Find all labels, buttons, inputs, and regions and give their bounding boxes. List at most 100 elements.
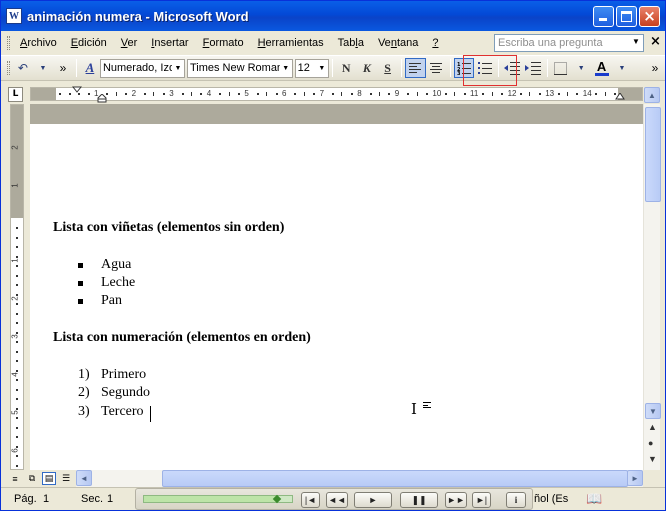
- menu-item[interactable]: ?: [425, 35, 445, 51]
- ruler-tick: [16, 274, 18, 277]
- italic-button[interactable]: K: [357, 58, 378, 78]
- ruler-number: 4: [10, 372, 20, 377]
- font-color-icon: A: [596, 59, 607, 74]
- vertical-scrollbar[interactable]: ▼ ▲ ● ▼: [643, 104, 661, 470]
- toolbar-separator: [449, 59, 451, 77]
- view-and-hscroll-row: ≡ ⧉ ▤ ☰ ◄ ►: [1, 470, 665, 487]
- list-number: 3): [78, 404, 90, 419]
- outline-view-icon[interactable]: ☰: [59, 472, 73, 485]
- next-page-icon[interactable]: ▼: [648, 454, 657, 464]
- more-buttons-icon[interactable]: »: [54, 58, 72, 78]
- menu-item[interactable]: Insertar: [144, 35, 195, 51]
- skip-to-end-button[interactable]: ►|: [472, 492, 491, 508]
- ruler-number: 7: [319, 89, 325, 98]
- horizontal-ruler[interactable]: 1 2 3 4 5 6 7 8 9 10 11 12 13 14: [30, 86, 643, 104]
- first-line-indent-icon[interactable]: [72, 86, 82, 94]
- hanging-indent-icon[interactable]: [97, 94, 107, 104]
- playback-progress-bar[interactable]: [143, 494, 293, 504]
- ruler-row: L 1 2 3 4 5 6 7 8 9 10 11 12 13 14 ▲: [1, 84, 665, 104]
- top-margin-area: [11, 105, 23, 218]
- skip-to-start-button[interactable]: |◄: [301, 492, 320, 508]
- font-dropdown-icon[interactable]: ▼: [279, 59, 292, 77]
- styles-formatting-icon[interactable]: A: [81, 58, 99, 78]
- border-button[interactable]: [551, 58, 572, 78]
- pause-button[interactable]: ❚❚: [400, 492, 438, 508]
- maximize-button[interactable]: [616, 6, 637, 27]
- menu-grip[interactable]: [7, 36, 10, 50]
- increase-indent-button[interactable]: [523, 58, 544, 78]
- ruler-number: 1: [10, 258, 20, 263]
- toolbar-grip[interactable]: [7, 61, 10, 75]
- select-browse-object-icon[interactable]: ●: [648, 438, 653, 448]
- size-dropdown-icon[interactable]: ▼: [315, 59, 328, 77]
- minimize-button[interactable]: [593, 6, 614, 27]
- info-button[interactable]: i: [506, 492, 526, 508]
- menu-item[interactable]: Tabla: [331, 35, 371, 51]
- menu-item[interactable]: Ventana: [371, 35, 425, 51]
- menu-item[interactable]: Archivo: [13, 35, 64, 51]
- spelling-status-icon[interactable]: 📖: [586, 491, 602, 507]
- print-layout-view-icon[interactable]: ▤: [42, 472, 56, 485]
- rewind-button[interactable]: ◄◄: [326, 492, 348, 508]
- style-value: Numerado, Izqu: [102, 62, 182, 74]
- font-color-dropdown-icon[interactable]: ▼: [613, 58, 631, 78]
- style-dropdown-icon[interactable]: ▼: [171, 59, 184, 77]
- web-layout-view-icon[interactable]: ⧉: [25, 472, 39, 485]
- scroll-down-button[interactable]: ▼: [645, 403, 661, 419]
- menu-item[interactable]: Ver: [114, 35, 145, 51]
- numbering-bullets-highlight: [463, 55, 517, 86]
- ruler-tick: [16, 255, 18, 258]
- bullet-marker: [78, 299, 83, 304]
- ruler-number: 5: [244, 89, 249, 98]
- right-indent-icon[interactable]: [615, 93, 625, 101]
- menu-item[interactable]: Herramientas: [251, 35, 331, 51]
- ruler-tick: [16, 246, 18, 248]
- menu-item[interactable]: Formato: [196, 35, 251, 51]
- font-color-button[interactable]: A: [591, 58, 612, 78]
- style-combo[interactable]: Numerado, Izqu ▼: [99, 58, 185, 78]
- scroll-up-button[interactable]: ▲: [644, 87, 660, 103]
- undo-dropdown-icon[interactable]: ▼: [34, 58, 52, 78]
- section-label: Sec.: [81, 493, 104, 505]
- menu-item[interactable]: Edición: [64, 35, 114, 51]
- toolbar-options-icon[interactable]: »: [646, 58, 664, 78]
- vertical-scroll-thumb[interactable]: [645, 107, 661, 202]
- font-combo[interactable]: Times New Roman ▼: [186, 58, 293, 78]
- horizontal-scroll-thumb[interactable]: [162, 470, 628, 487]
- size-combo[interactable]: 12 ▼: [294, 58, 329, 78]
- ruler-number: 2: [10, 296, 20, 301]
- vertical-ruler[interactable]: 2 1 1 2 3 4 5 6: [10, 104, 24, 470]
- toolbar-separator: [331, 59, 333, 77]
- ruler-tick: [16, 341, 18, 343]
- word-app-icon[interactable]: W: [6, 8, 22, 24]
- fast-forward-button[interactable]: ►►: [445, 492, 467, 508]
- tab-selector-button[interactable]: L: [8, 86, 23, 102]
- ruler-number: 3: [169, 89, 174, 98]
- document-close-button[interactable]: ×: [650, 34, 661, 49]
- horizontal-scrollbar[interactable]: ◄ ►: [76, 470, 643, 487]
- align-center-button[interactable]: [426, 58, 447, 78]
- normal-view-icon[interactable]: ≡: [8, 472, 22, 485]
- play-button[interactable]: ►: [354, 492, 392, 508]
- ask-dropdown-icon[interactable]: ▼: [632, 37, 640, 46]
- border-dropdown-icon[interactable]: ▼: [572, 58, 590, 78]
- title-bar[interactable]: W animación numera - Microsoft Word ×: [1, 1, 665, 31]
- document-page[interactable]: Lista con viñetas (elementos sin orden) …: [30, 104, 643, 470]
- ruler-tick: [59, 93, 62, 95]
- ruler-tick: [294, 93, 297, 95]
- scroll-left-button[interactable]: ◄: [76, 470, 92, 486]
- close-button[interactable]: ×: [639, 6, 660, 27]
- ruler-tick: [266, 92, 268, 96]
- underline-button[interactable]: S: [377, 58, 398, 78]
- ruler-number: 10: [432, 89, 442, 98]
- scroll-right-button[interactable]: ►: [627, 470, 643, 486]
- ruler-tick: [595, 93, 598, 95]
- bold-button[interactable]: N: [336, 58, 357, 78]
- previous-page-icon[interactable]: ▲: [648, 422, 657, 432]
- ruler-tick: [181, 93, 184, 95]
- undo-icon[interactable]: ↶: [14, 58, 32, 78]
- align-left-button[interactable]: [404, 58, 426, 78]
- ask-question-input[interactable]: Escriba una pregunta: [494, 34, 644, 52]
- page-top-gap: [30, 104, 643, 124]
- ruler-tick: [16, 426, 18, 429]
